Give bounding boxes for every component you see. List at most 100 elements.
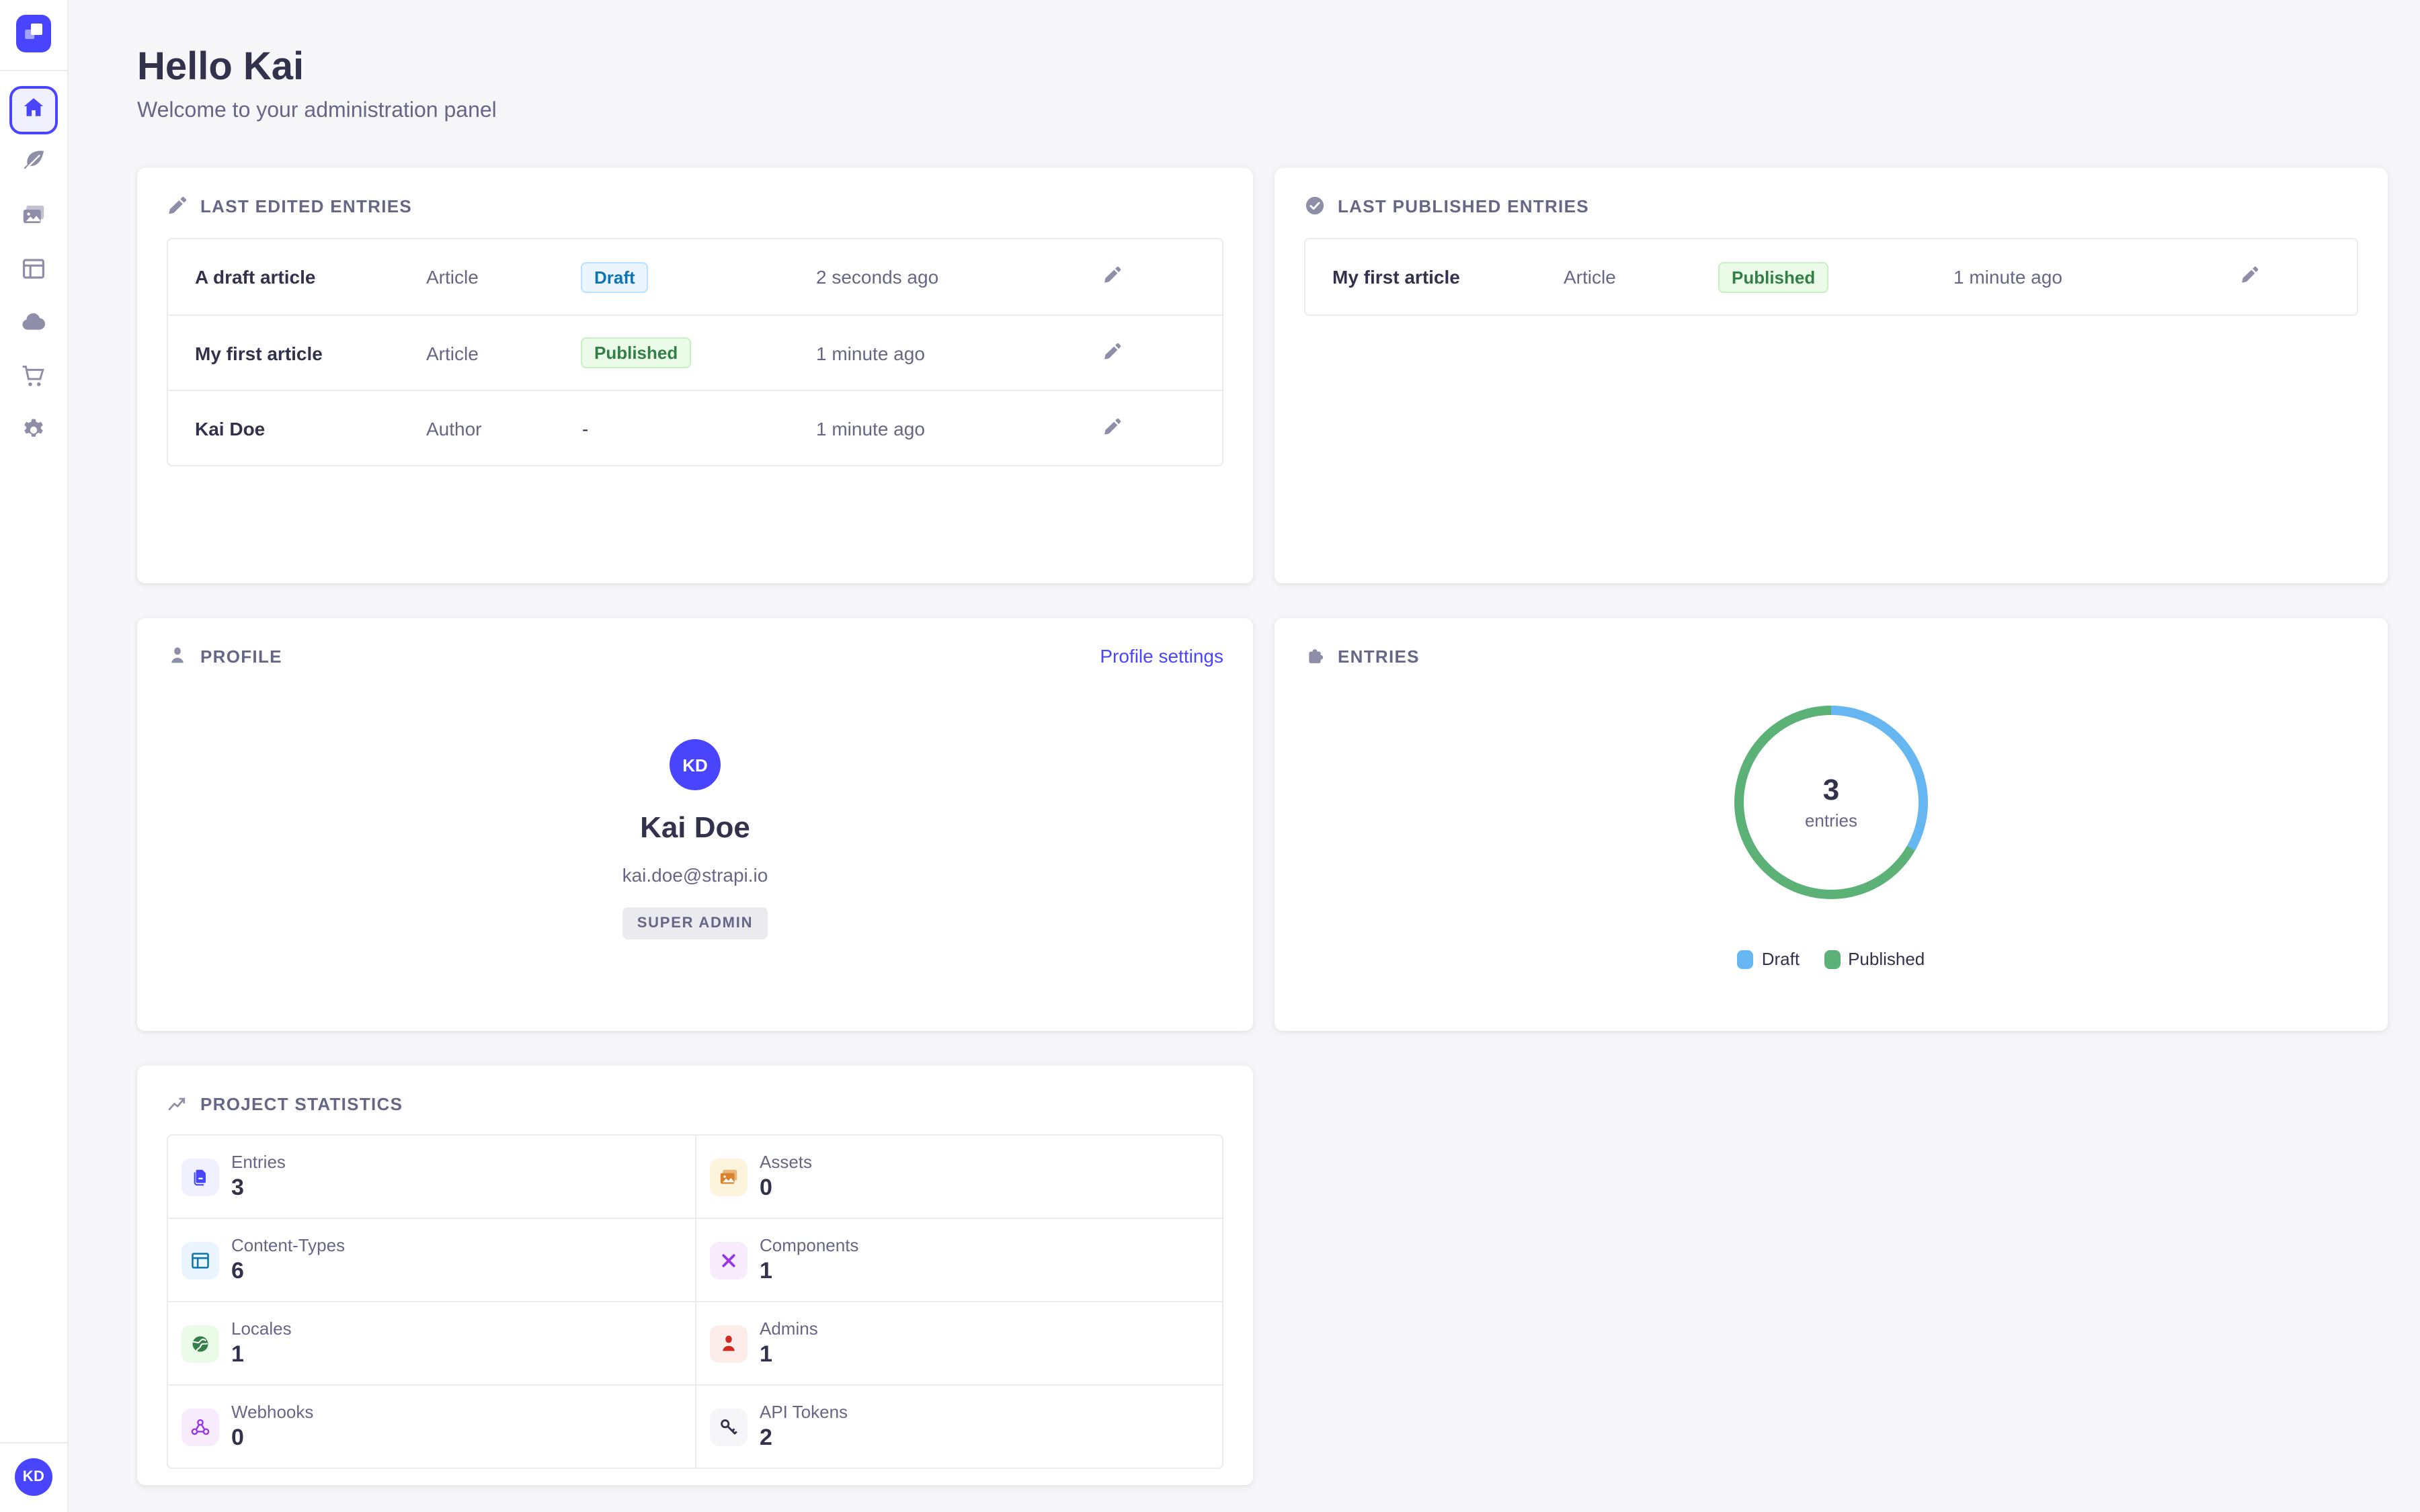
stat-label: Components [760, 1235, 858, 1255]
entry-time: 1 minute ago [1953, 266, 2233, 288]
media-icon [20, 201, 47, 235]
card-title: LAST EDITED ENTRIES [200, 196, 412, 216]
card-title: ENTRIES [1338, 646, 1420, 666]
chart-legend: Draft Published [1738, 949, 1925, 969]
stat-api-tokens: API Tokens 2 [695, 1384, 1222, 1468]
entry-name: Kai Doe [195, 417, 426, 439]
stat-value: 0 [231, 1425, 313, 1452]
user-avatar[interactable]: KD [15, 1458, 52, 1496]
layout-icon [182, 1241, 219, 1279]
home-icon [22, 95, 46, 126]
main-content: Hello Kai Welcome to your administration… [69, 0, 2420, 1512]
strapi-logo-icon [16, 14, 51, 56]
images-icon [710, 1158, 748, 1195]
sidebar-item-settings[interactable] [7, 406, 61, 460]
sidebar-item-cloud[interactable] [7, 298, 61, 352]
entry-time: 1 minute ago [816, 342, 1096, 364]
legend-label: Draft [1762, 949, 1800, 969]
profile-email: kai.doe@strapi.io [622, 864, 768, 886]
pencil-icon [167, 195, 188, 216]
stat-label: Content-Types [231, 1235, 345, 1255]
sidebar-divider-bottom [0, 1442, 68, 1443]
status-badge: Published [1718, 261, 1828, 292]
trend-up-icon [167, 1093, 188, 1114]
table-row: My first article Article Published 1 min… [168, 314, 1222, 390]
globe-icon [182, 1325, 219, 1362]
card-title: LAST PUBLISHED ENTRIES [1338, 196, 1589, 216]
legend-swatch-published [1824, 950, 1840, 968]
stat-label: API Tokens [760, 1402, 848, 1422]
stat-label: Assets [760, 1152, 812, 1172]
edit-entry-button[interactable] [2233, 261, 2265, 293]
sidebar-divider-top [0, 70, 68, 71]
status-badge: Published [581, 337, 691, 368]
stat-value: 6 [231, 1258, 345, 1285]
last-published-table: My first article Article Published 1 min… [1304, 238, 2358, 316]
stat-label: Entries [231, 1152, 286, 1172]
edit-entry-button[interactable] [1096, 337, 1128, 369]
workspace-button[interactable] [16, 17, 51, 52]
stat-value: 3 [231, 1175, 286, 1202]
donut-label: entries [1805, 810, 1857, 830]
check-circle-icon [1304, 195, 1326, 216]
sidebar-item-marketplace[interactable] [7, 352, 61, 406]
stat-entries: Entries 3 [168, 1136, 695, 1218]
page-subtitle: Welcome to your administration panel [137, 99, 2388, 124]
webhook-icon [182, 1408, 219, 1445]
edit-entry-button[interactable] [1096, 261, 1128, 293]
entries-donut: 3 entries [1734, 706, 1928, 899]
sidebar: KD [0, 0, 69, 1512]
stat-value: 1 [231, 1341, 292, 1368]
sidebar-bottom: KD [0, 1442, 68, 1512]
card-header: LAST EDITED ENTRIES [167, 195, 1223, 216]
status-badge: Draft [581, 261, 649, 292]
card-title: PROFILE [200, 646, 282, 666]
donut-center: 3 entries [1805, 775, 1857, 830]
stat-webhooks: Webhooks 0 [168, 1384, 695, 1468]
card-title: PROJECT STATISTICS [200, 1093, 403, 1114]
donut-value: 3 [1805, 775, 1857, 804]
entry-time: 1 minute ago [816, 417, 1096, 439]
legend-swatch-draft [1738, 950, 1754, 968]
sidebar-item-content-manager[interactable] [7, 137, 61, 191]
sidebar-item-media-library[interactable] [7, 191, 61, 245]
gear-icon [20, 416, 47, 450]
sidebar-item-home[interactable] [9, 86, 58, 134]
stat-value: 2 [760, 1425, 848, 1452]
stat-label: Webhooks [231, 1402, 313, 1422]
entry-name: My first article [1332, 266, 1564, 288]
last-edited-entries-card: LAST EDITED ENTRIES A draft article Arti… [137, 168, 1253, 583]
profile-avatar: KD [670, 739, 721, 790]
stat-content-types: Content-Types 6 [168, 1218, 695, 1301]
sidebar-item-content-type-builder[interactable] [7, 245, 61, 298]
stats-table: Entries 3 Assets 0 [167, 1134, 1223, 1469]
entries-chart-card: ENTRIES 3 entries Draft [1275, 618, 2388, 1031]
status-badge: - [581, 412, 590, 444]
entry-type: Author [426, 417, 581, 439]
entry-name: My first article [195, 342, 426, 364]
sidebar-nav [7, 83, 61, 460]
admin-dashboard: KD Hello Kai Welcome to your administrat… [0, 0, 2420, 1512]
feather-icon [20, 147, 47, 181]
profile-settings-link[interactable]: Profile settings [1100, 645, 1223, 667]
edit-pencil-icon [2239, 265, 2259, 289]
entry-name: A draft article [195, 266, 426, 288]
puzzle-icon [1304, 645, 1326, 667]
edit-pencil-icon [1102, 265, 1122, 289]
edit-pencil-icon [1102, 341, 1122, 365]
entry-type: Article [426, 266, 581, 288]
legend-label: Published [1848, 949, 1925, 969]
stat-value: 1 [760, 1341, 818, 1368]
stat-label: Admins [760, 1318, 818, 1339]
legend-item-published: Published [1824, 949, 1925, 969]
entry-time: 2 seconds ago [816, 266, 1096, 288]
stat-locales: Locales 1 [168, 1301, 695, 1384]
card-header: ENTRIES [1304, 645, 2358, 667]
cloud-icon [20, 308, 47, 342]
stat-label: Locales [231, 1318, 292, 1339]
user-icon [167, 645, 188, 667]
project-statistics-card: PROJECT STATISTICS Entries 3 [137, 1066, 1253, 1485]
entry-type: Article [1564, 266, 1718, 288]
edit-entry-button[interactable] [1096, 412, 1128, 444]
role-badge: SUPER ADMIN [622, 907, 768, 939]
